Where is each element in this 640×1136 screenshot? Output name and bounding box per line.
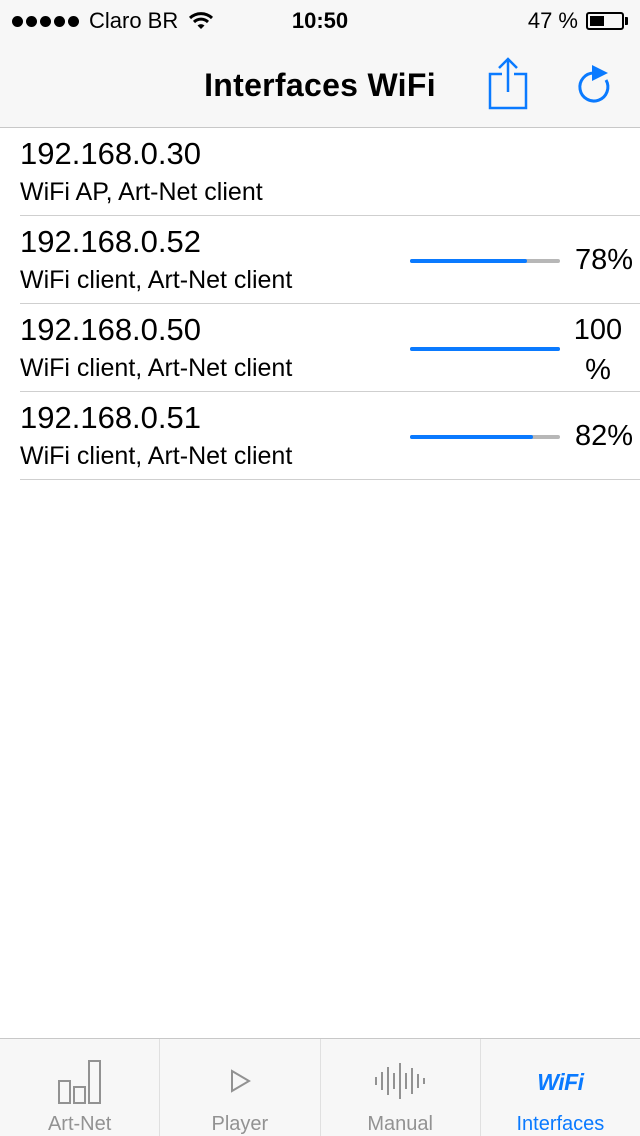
signal-percent: 100 % bbox=[573, 314, 623, 386]
bar-chart-icon bbox=[57, 1060, 101, 1104]
signal-strength-fill bbox=[410, 435, 533, 439]
navigation-bar: Interfaces WiFi bbox=[0, 40, 640, 128]
tab-label: Interfaces bbox=[516, 1113, 605, 1135]
interface-ip: 192.168.0.52 bbox=[20, 224, 202, 259]
refresh-icon bbox=[578, 65, 610, 103]
battery-percent: 47 % bbox=[527, 8, 578, 33]
signal-strength-bar bbox=[410, 259, 560, 263]
battery-icon bbox=[586, 12, 624, 30]
tab-label: Art-Net bbox=[47, 1113, 112, 1135]
tab-label: Player bbox=[211, 1113, 269, 1135]
interface-description: WiFi client, Art-Net client bbox=[20, 266, 293, 294]
interface-row[interactable]: 192.168.0.30 WiFi AP, Art-Net client bbox=[20, 128, 640, 216]
battery-tip bbox=[625, 17, 628, 25]
page-title: Interfaces WiFi bbox=[204, 67, 436, 103]
interface-ip: 192.168.0.50 bbox=[20, 312, 202, 347]
status-right: 47 % bbox=[528, 8, 628, 34]
waveform-icon bbox=[375, 1063, 426, 1099]
battery-level bbox=[590, 16, 605, 26]
signal-percent: 82% bbox=[574, 420, 634, 452]
tab-manual[interactable]: Manual bbox=[319, 1039, 480, 1136]
tab-player[interactable]: Player bbox=[159, 1039, 319, 1136]
interface-description: WiFi client, Art-Net client bbox=[20, 442, 293, 470]
interface-ip: 192.168.0.51 bbox=[20, 400, 202, 435]
play-icon bbox=[230, 1069, 251, 1093]
interface-description: WiFi client, Art-Net client bbox=[20, 354, 293, 382]
interface-row[interactable]: 192.168.0.52 WiFi client, Art-Net client… bbox=[20, 216, 640, 304]
tab-bar: Art-Net Player Manual WiFi Interfaces bbox=[0, 1038, 640, 1136]
interface-row[interactable]: 192.168.0.51 WiFi client, Art-Net client… bbox=[20, 392, 640, 480]
share-icon bbox=[488, 57, 528, 110]
status-bar: Claro BR 10:50 47 % bbox=[0, 0, 640, 40]
wifi-icon: WiFi bbox=[537, 1069, 584, 1095]
signal-strength-fill bbox=[410, 259, 527, 263]
tab-label: Manual bbox=[367, 1113, 433, 1135]
interface-list: 192.168.0.30 WiFi AP, Art-Net client 192… bbox=[0, 128, 640, 480]
interface-ip: 192.168.0.30 bbox=[20, 136, 202, 171]
tab-art-net[interactable]: Art-Net bbox=[0, 1039, 159, 1136]
share-button[interactable] bbox=[486, 56, 530, 112]
signal-percent: 78% bbox=[574, 244, 634, 276]
refresh-button[interactable] bbox=[572, 58, 616, 108]
signal-strength-bar bbox=[410, 347, 560, 351]
tab-interfaces[interactable]: WiFi Interfaces bbox=[479, 1039, 640, 1136]
signal-strength-bar bbox=[410, 435, 560, 439]
interface-row[interactable]: 192.168.0.50 WiFi client, Art-Net client… bbox=[20, 304, 640, 392]
signal-strength-fill bbox=[410, 347, 560, 351]
interface-description: WiFi AP, Art-Net client bbox=[20, 178, 263, 206]
